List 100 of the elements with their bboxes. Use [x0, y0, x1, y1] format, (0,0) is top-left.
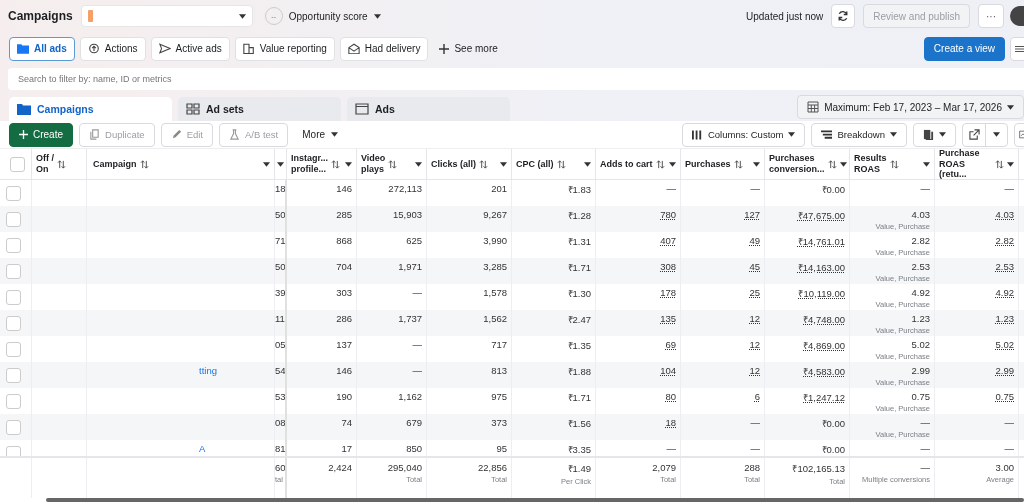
column-header[interactable]: Purchases: [685, 158, 731, 170]
value-link[interactable]: 1.23: [995, 313, 1014, 324]
column-header[interactable]: Video plays: [361, 153, 386, 175]
more-button[interactable]: ···: [978, 4, 1004, 29]
value-link[interactable]: 45: [749, 261, 760, 272]
caret-icon[interactable]: [345, 161, 352, 167]
caret-icon[interactable]: [753, 161, 760, 167]
value-link[interactable]: 780: [660, 209, 676, 220]
row-checkbox[interactable]: [6, 419, 21, 435]
see-more-button[interactable]: See more: [433, 43, 504, 55]
row-checkbox[interactable]: [6, 315, 21, 331]
level-tab[interactable]: Campaigns: [9, 97, 172, 122]
value-link[interactable]: 12: [749, 365, 760, 376]
column-header[interactable]: Adds to cart: [600, 158, 653, 170]
value-link[interactable]: 2.99: [995, 365, 1014, 376]
sort-icon[interactable]: [889, 159, 899, 169]
search-field[interactable]: Search to filter by: name, ID or metrics: [8, 68, 1024, 91]
value-link[interactable]: 12: [749, 313, 760, 324]
value-link[interactable]: ₹47,675.00: [797, 209, 845, 222]
caret-icon[interactable]: [923, 161, 930, 167]
value-link[interactable]: 127: [744, 209, 760, 220]
sort-icon[interactable]: [995, 159, 1004, 169]
value-link[interactable]: ₹4,583.00: [803, 365, 845, 378]
column-header[interactable]: Campaign: [93, 158, 137, 170]
column-header[interactable]: Instagr... profile...: [291, 153, 328, 175]
value-link[interactable]: ₹14,163.00: [797, 261, 845, 274]
filter-settings-button[interactable]: [1010, 36, 1024, 61]
sort-icon[interactable]: [655, 159, 665, 169]
create-button[interactable]: Create: [9, 122, 73, 147]
breakdown-button[interactable]: Breakdown: [811, 122, 907, 147]
value-link[interactable]: 49: [749, 235, 760, 246]
filter-chip[interactable]: Had delivery: [339, 36, 429, 61]
value-link[interactable]: 104: [660, 365, 676, 376]
row-checkbox[interactable]: [6, 263, 21, 279]
caret-icon[interactable]: [415, 161, 422, 167]
value-link[interactable]: 6: [754, 391, 760, 402]
create-view-button[interactable]: Create a view: [923, 36, 1005, 61]
value-link[interactable]: 2.82: [995, 235, 1014, 246]
value-link[interactable]: 69: [665, 339, 676, 350]
sort-icon[interactable]: [139, 159, 149, 169]
value-link[interactable]: 407: [660, 235, 676, 246]
column-header[interactable]: Purchase ROAS (retu...: [939, 149, 992, 179]
value-link[interactable]: 178: [660, 287, 676, 298]
level-tab[interactable]: Ads: [347, 97, 510, 122]
refresh-button[interactable]: [831, 4, 856, 29]
sort-icon[interactable]: [827, 159, 837, 169]
column-header[interactable]: CPC (all): [516, 158, 554, 170]
sort-icon[interactable]: [556, 159, 566, 169]
value-link[interactable]: 5.02: [995, 339, 1014, 350]
caret-icon[interactable]: [500, 161, 507, 167]
columns-button[interactable]: Columns: Custom: [681, 122, 806, 147]
row-checkbox[interactable]: [6, 211, 21, 227]
sort-icon[interactable]: [57, 159, 66, 169]
caret-icon[interactable]: [584, 161, 591, 167]
value-link[interactable]: 25: [749, 287, 760, 298]
value-link[interactable]: 18: [665, 417, 676, 428]
sort-icon[interactable]: [388, 159, 398, 169]
value-link[interactable]: ₹1,247.12: [803, 391, 845, 404]
row-checkbox[interactable]: [6, 393, 21, 409]
select-all-checkbox[interactable]: [10, 156, 25, 172]
value-link[interactable]: 0.75: [995, 391, 1014, 402]
row-checkbox[interactable]: [6, 445, 21, 456]
column-header[interactable]: Clicks (all): [431, 158, 477, 170]
level-tab[interactable]: Ad sets: [178, 97, 341, 122]
sort-icon[interactable]: [331, 159, 340, 169]
value-link[interactable]: 12: [749, 339, 760, 350]
date-range-button[interactable]: Maximum: Feb 17, 2023 – Mar 17, 2026: [797, 95, 1024, 120]
column-header[interactable]: Purchases conversion...: [769, 153, 825, 175]
campaign-name-link[interactable]: tting: [199, 365, 270, 376]
sort-icon[interactable]: [733, 159, 743, 169]
horizontal-scrollbar[interactable]: [46, 498, 1024, 502]
value-link[interactable]: 4.03: [995, 209, 1014, 220]
row-checkbox[interactable]: [6, 237, 21, 253]
value-link[interactable]: ₹4,869.00: [803, 339, 845, 352]
avatar-icon[interactable]: [1010, 6, 1024, 27]
column-header[interactable]: Results ROAS: [854, 153, 887, 175]
sort-icon[interactable]: [479, 159, 489, 169]
reports-button[interactable]: [913, 122, 956, 147]
caret-icon[interactable]: [1007, 161, 1014, 167]
row-checkbox[interactable]: [6, 367, 21, 383]
campaign-name-link[interactable]: A: [199, 443, 270, 454]
value-link[interactable]: ₹4,748.00: [803, 313, 845, 326]
more-menu-button[interactable]: More: [294, 129, 347, 141]
row-checkbox[interactable]: [6, 341, 21, 357]
value-link[interactable]: ₹14,761.01: [797, 235, 845, 248]
caret-icon[interactable]: [839, 161, 847, 167]
filter-chip[interactable]: Actions: [79, 36, 146, 61]
value-link[interactable]: 4.92: [995, 287, 1014, 298]
value-link[interactable]: 135: [660, 313, 676, 324]
filter-chip[interactable]: Value reporting: [234, 36, 335, 61]
row-checkbox[interactable]: [6, 185, 21, 201]
column-header[interactable]: Off / On: [36, 153, 54, 175]
caret-icon[interactable]: [669, 161, 676, 167]
value-link[interactable]: 2.53: [995, 261, 1014, 272]
value-link[interactable]: 308: [660, 261, 676, 272]
filter-chip[interactable]: Active ads: [150, 36, 230, 61]
value-link[interactable]: ₹10,119.00: [798, 287, 845, 300]
filter-chip[interactable]: All ads: [9, 36, 75, 61]
row-checkbox[interactable]: [6, 289, 21, 305]
value-link[interactable]: 80: [665, 391, 676, 402]
